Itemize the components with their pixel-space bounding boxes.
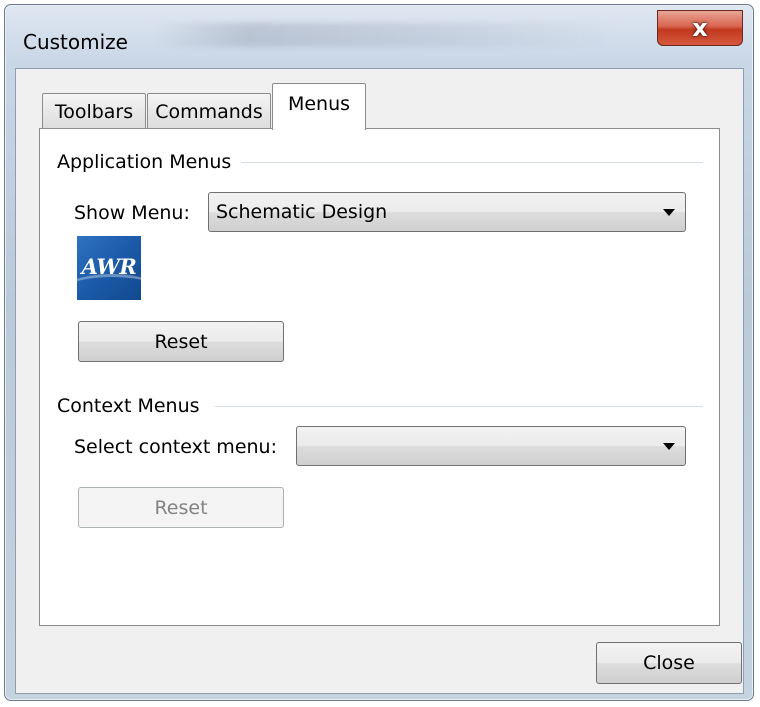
show-menu-dropdown[interactable]: Schematic Design — [208, 192, 686, 232]
menus-tab-panel: Application Menus Show Menu: Schematic D… — [39, 128, 720, 626]
select-context-menu-label: Select context menu: — [74, 436, 277, 458]
context-menu-reset-button[interactable]: Reset — [78, 487, 284, 528]
awr-logo: AWR — [77, 236, 141, 300]
close-icon: x — [692, 14, 708, 42]
title-bar[interactable]: Customize x — [5, 5, 753, 65]
background-blur — [155, 23, 615, 47]
window-close-button[interactable]: x — [657, 10, 743, 46]
chevron-down-icon — [663, 443, 675, 450]
group-divider — [215, 406, 703, 407]
show-menu-label: Show Menu: — [74, 202, 190, 224]
close-button[interactable]: Close — [596, 642, 742, 684]
tab-toolbars[interactable]: Toolbars — [42, 93, 146, 129]
show-menu-value: Schematic Design — [216, 201, 388, 223]
customize-dialog: Customize x Toolbars Commands Menus Appl… — [4, 4, 754, 701]
context-menus-heading: Context Menus — [57, 395, 210, 417]
chevron-down-icon — [663, 209, 675, 216]
tab-commands[interactable]: Commands — [147, 93, 271, 129]
group-divider — [240, 162, 703, 163]
window-title: Customize — [23, 30, 128, 54]
dialog-body: Toolbars Commands Menus Application Menu… — [15, 68, 744, 694]
application-menus-heading: Application Menus — [57, 151, 242, 173]
tab-menus[interactable]: Menus — [272, 83, 366, 130]
context-menu-dropdown[interactable] — [296, 426, 686, 466]
application-menu-reset-button[interactable]: Reset — [78, 321, 284, 362]
